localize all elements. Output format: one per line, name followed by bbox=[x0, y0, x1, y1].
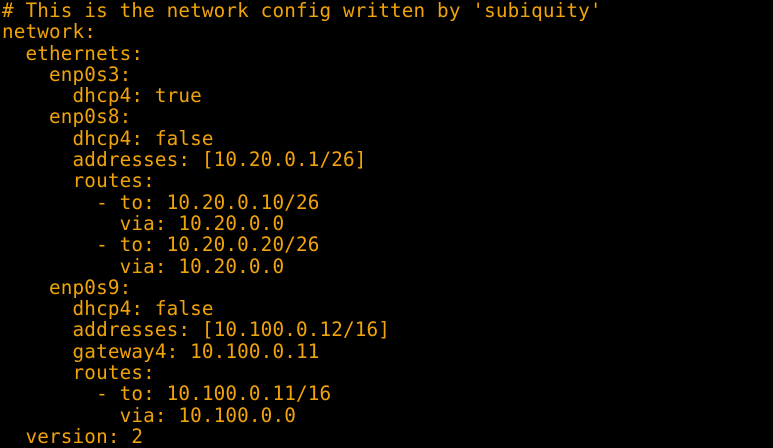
config-line-enp0s9-route1-via: via: 10.100.0.0 bbox=[2, 403, 296, 427]
config-line-enp0s8-route1-to: - to: 10.20.0.10/26 bbox=[2, 190, 320, 214]
config-line-enp0s9-route1-to: - to: 10.100.0.11/16 bbox=[2, 382, 332, 406]
config-line-enp0s9: enp0s9: bbox=[2, 275, 132, 299]
config-line-enp0s8-route2-via: via: 10.20.0.0 bbox=[2, 254, 285, 278]
config-line-enp0s3-dhcp4: dhcp4: true bbox=[2, 84, 202, 108]
comment-line: # This is the network config written by … bbox=[2, 0, 602, 22]
config-line-enp0s8-dhcp4: dhcp4: false bbox=[2, 126, 214, 150]
config-line-enp0s8-addresses: addresses: [10.20.0.1/26] bbox=[2, 148, 367, 172]
config-line-enp0s8-route1-via: via: 10.20.0.0 bbox=[2, 211, 285, 235]
config-line-version: version: 2 bbox=[2, 424, 144, 448]
config-line-network: network: bbox=[2, 20, 97, 44]
config-line-enp0s8: enp0s8: bbox=[2, 105, 132, 129]
config-line-enp0s9-routes: routes: bbox=[2, 361, 155, 385]
config-line-enp0s9-gateway4: gateway4: 10.100.0.11 bbox=[2, 339, 320, 363]
config-line-enp0s3: enp0s3: bbox=[2, 62, 132, 86]
config-line-enp0s9-dhcp4: dhcp4: false bbox=[2, 297, 214, 321]
config-line-enp0s8-route2-to: - to: 10.20.0.20/26 bbox=[2, 233, 320, 257]
config-line-enp0s8-routes: routes: bbox=[2, 169, 155, 193]
config-line-enp0s9-addresses: addresses: [10.100.0.12/16] bbox=[2, 318, 391, 342]
terminal-output[interactable]: # This is the network config written by … bbox=[0, 0, 773, 448]
config-line-ethernets: ethernets: bbox=[2, 41, 144, 65]
